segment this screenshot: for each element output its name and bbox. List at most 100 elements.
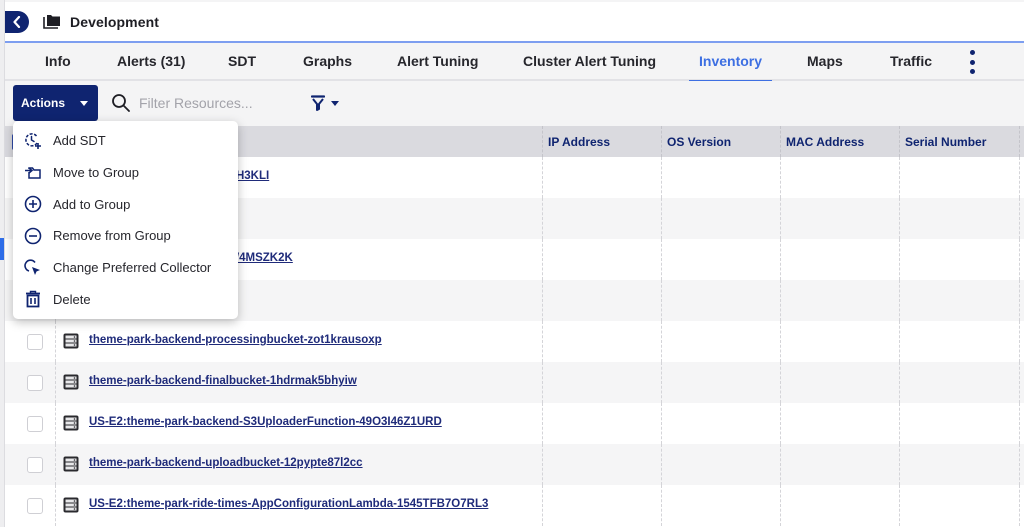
row-checkbox[interactable] — [27, 416, 43, 432]
resource-name-link[interactable]: US-E2:theme-park-ride-times-AppConfigura… — [89, 498, 488, 510]
column-divider — [899, 485, 900, 526]
column-divider — [899, 444, 900, 485]
row-checkbox[interactable] — [27, 375, 43, 391]
tab-traffic[interactable]: Traffic — [890, 42, 932, 80]
menu-item-change-preferred-collector[interactable]: Change Preferred Collector — [13, 252, 238, 284]
actions-menu: Add SDT Move to Group Add to Group Remov… — [13, 121, 238, 319]
row-checkbox[interactable] — [27, 498, 43, 514]
menu-item-move-to-group[interactable]: Move to Group — [13, 157, 238, 189]
menu-item-remove-from-group[interactable]: Remove from Group — [13, 220, 238, 252]
kebab-dot — [969, 59, 975, 65]
table-row: US-E2:theme-park-ride-times-AppConfigura… — [5, 485, 1024, 526]
filter-button[interactable] — [311, 93, 351, 113]
tab-graphs[interactable]: Graphs — [303, 42, 352, 80]
table-row: US-E2:theme-park-backend-S3UploaderFunct… — [5, 403, 1024, 444]
kebab-dot — [969, 69, 975, 74]
column-divider — [780, 444, 781, 485]
column-divider — [780, 280, 781, 321]
move-folder-icon — [24, 164, 42, 182]
column-divider — [661, 239, 662, 280]
filter-funnel-icon — [311, 95, 325, 111]
column-divider — [542, 403, 543, 444]
column-divider — [542, 157, 543, 198]
actions-dropdown-button[interactable]: Actions — [13, 85, 98, 121]
menu-item-label: Change Preferred Collector — [53, 260, 212, 276]
column-divider — [542, 280, 543, 321]
minus-circle-icon — [24, 227, 42, 245]
tab-sdt[interactable]: SDT — [228, 42, 256, 80]
column-divider — [1019, 280, 1020, 321]
column-divider — [899, 239, 900, 280]
tab-alert-tuning[interactable]: Alert Tuning — [397, 42, 478, 80]
column-divider — [661, 362, 662, 403]
column-divider — [661, 485, 662, 526]
more-tabs-button[interactable] — [967, 50, 977, 74]
column-divider — [55, 444, 56, 485]
column-divider — [1019, 239, 1020, 280]
server-icon — [63, 456, 79, 472]
row-checkbox[interactable] — [27, 334, 43, 350]
actions-label: Actions — [21, 96, 66, 110]
column-divider — [542, 485, 543, 526]
column-divider — [55, 362, 56, 403]
column-divider — [542, 444, 543, 485]
trash-icon — [24, 290, 42, 308]
table-row: theme-park-backend-finalbucket-1hdrmak5b… — [5, 362, 1024, 403]
left-nav-selected-indicator — [0, 238, 4, 260]
collector-cursor-icon — [24, 259, 42, 277]
column-divider — [1019, 403, 1020, 444]
table-row: theme-park-backend-uploadbucket-12pypte8… — [5, 444, 1024, 485]
column-header-serial-number[interactable]: Serial Number — [899, 126, 1019, 157]
filter-resources-input[interactable] — [139, 91, 289, 115]
column-divider — [1019, 157, 1020, 198]
column-divider — [1019, 198, 1020, 239]
column-divider — [661, 157, 662, 198]
column-divider — [780, 198, 781, 239]
column-header-mac-address[interactable]: MAC Address — [780, 126, 900, 157]
breadcrumb-development[interactable]: Development — [70, 14, 159, 30]
server-icon — [63, 497, 79, 513]
column-header-overflow — [1019, 126, 1024, 157]
column-divider — [542, 239, 543, 280]
menu-item-add-sdt[interactable]: Add SDT — [13, 125, 238, 157]
tab-inventory[interactable]: Inventory — [688, 42, 773, 82]
column-divider — [780, 403, 781, 444]
tab-alerts[interactable]: Alerts (31) — [117, 42, 185, 80]
tab-cluster-alert-tuning[interactable]: Cluster Alert Tuning — [523, 42, 656, 80]
folder-icon — [43, 14, 61, 30]
column-divider — [55, 485, 56, 526]
column-divider — [780, 485, 781, 526]
column-header-os-version[interactable]: OS Version — [661, 126, 781, 157]
column-divider — [899, 321, 900, 362]
table-row: theme-park-backend-processingbucket-zot1… — [5, 321, 1024, 362]
column-divider — [661, 444, 662, 485]
menu-item-add-to-group[interactable]: Add to Group — [13, 188, 238, 220]
resource-name-link[interactable]: theme-park-backend-processingbucket-zot1… — [89, 334, 382, 346]
column-divider — [661, 321, 662, 362]
caret-down-icon — [80, 100, 89, 106]
menu-item-label: Move to Group — [53, 165, 139, 181]
menu-item-delete[interactable]: Delete — [13, 283, 238, 315]
column-divider — [1019, 485, 1020, 526]
row-checkbox[interactable] — [27, 457, 43, 473]
column-divider — [780, 362, 781, 403]
search-icon — [112, 94, 130, 112]
column-divider — [899, 198, 900, 239]
resource-name-link[interactable]: theme-park-backend-finalbucket-1hdrmak5b… — [89, 375, 357, 387]
column-divider — [780, 157, 781, 198]
column-divider — [661, 198, 662, 239]
resource-name-link[interactable]: US-E2:theme-park-backend-S3UploaderFunct… — [89, 416, 442, 428]
column-header-ip-address[interactable]: IP Address — [542, 126, 662, 157]
resource-name-link[interactable]: theme-park-backend-uploadbucket-12pypte8… — [89, 457, 363, 469]
back-button[interactable] — [5, 10, 29, 33]
column-divider — [542, 198, 543, 239]
column-divider — [55, 321, 56, 362]
column-divider — [1019, 362, 1020, 403]
tab-info[interactable]: Info — [45, 42, 71, 80]
tab-maps[interactable]: Maps — [807, 42, 843, 80]
column-divider — [780, 239, 781, 280]
caret-down-icon — [331, 100, 339, 106]
column-divider — [542, 362, 543, 403]
chevron-left-icon — [13, 15, 21, 28]
menu-item-label: Add to Group — [53, 196, 131, 212]
